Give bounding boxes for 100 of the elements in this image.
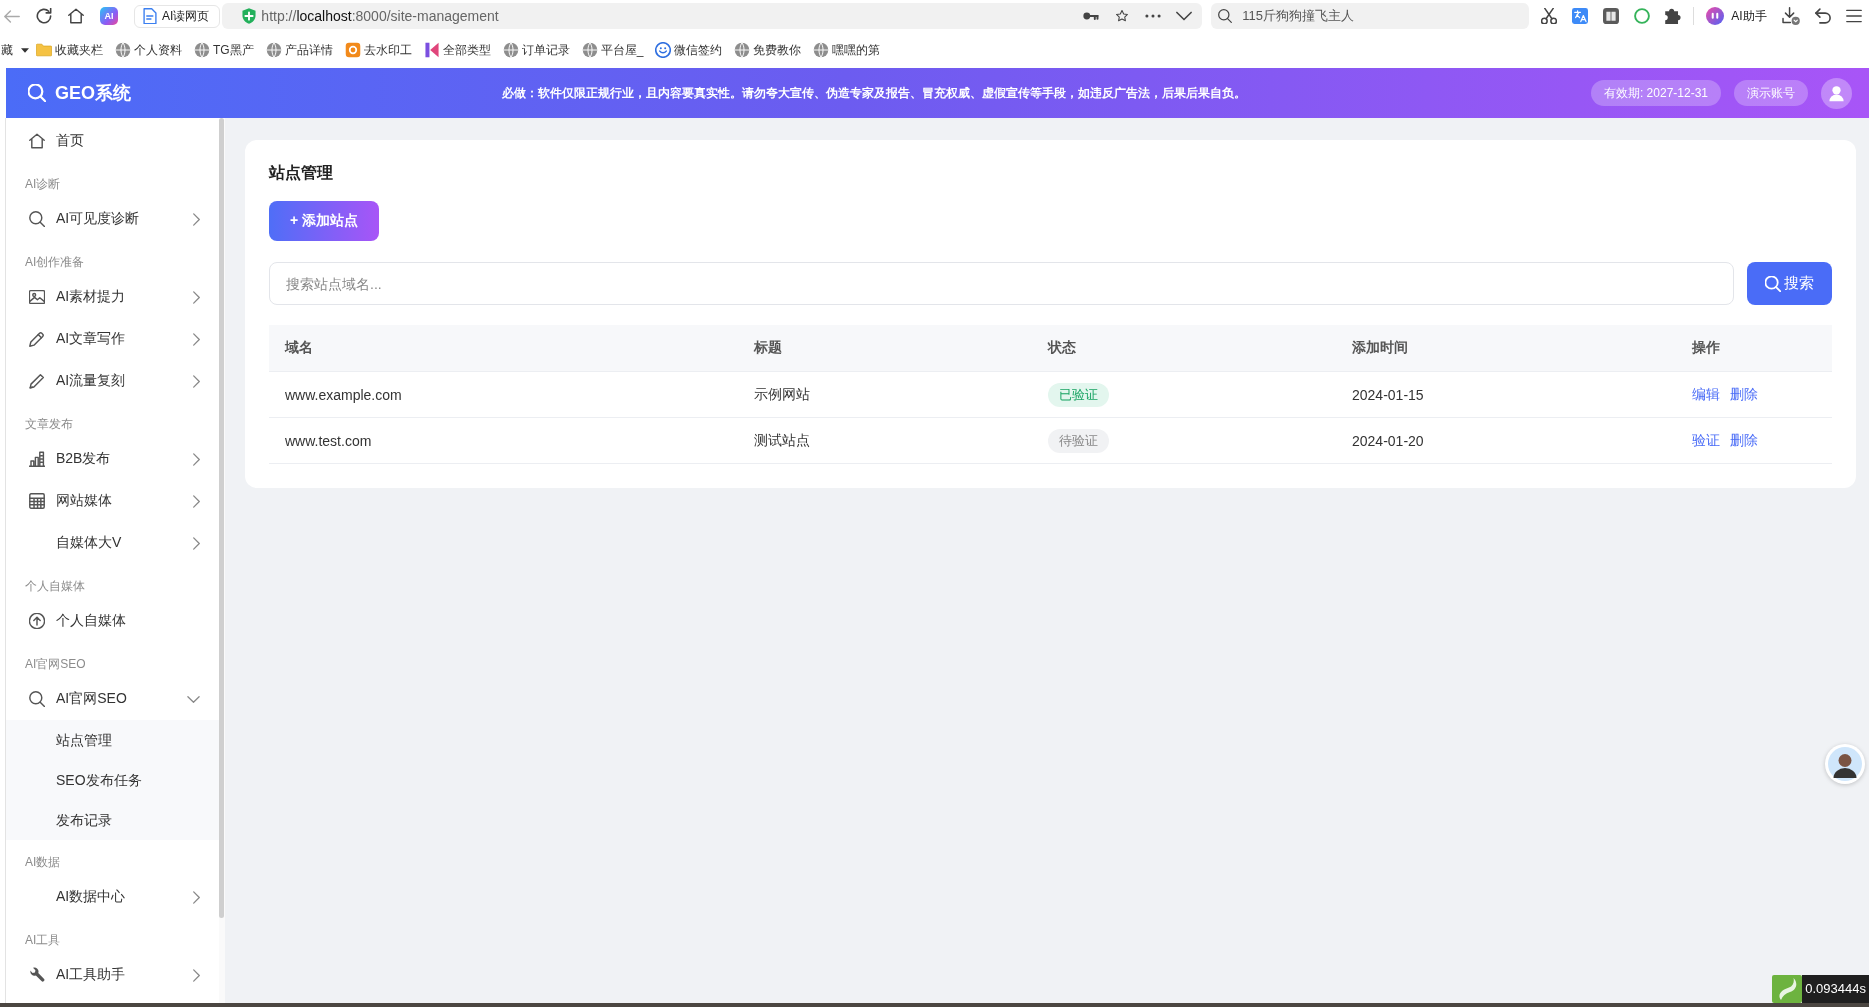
sidebar-item[interactable]: 个人自媒体 xyxy=(6,600,219,642)
bookmark-item[interactable]: 个人资料 xyxy=(115,41,182,59)
sidebar-item[interactable]: 首页 xyxy=(6,120,219,162)
caret-down-icon[interactable] xyxy=(21,47,29,53)
column-header: 操作 xyxy=(1676,325,1832,372)
avatar-icon[interactable] xyxy=(1825,744,1865,784)
sidebar-item[interactable]: AI工具助手 xyxy=(6,954,219,996)
favicon-icon xyxy=(423,42,440,58)
app-title: GEO系统 xyxy=(55,82,131,105)
shield-icon xyxy=(242,8,257,24)
ring-icon[interactable] xyxy=(1634,8,1651,24)
sidebar-item[interactable]: AI数据中心 xyxy=(6,876,219,918)
user-avatar-icon[interactable] xyxy=(1821,77,1852,109)
action-link[interactable]: 编辑 xyxy=(1692,385,1720,402)
submenu-item[interactable]: 站点管理 xyxy=(6,720,219,760)
globe-icon xyxy=(734,42,751,58)
menu-section-label: AI工具 xyxy=(24,932,62,949)
globe-icon xyxy=(813,42,830,58)
menu-section-label: AI官网SEO xyxy=(24,656,87,673)
sidebar-item[interactable]: 网站媒体 xyxy=(6,480,219,522)
sidebar-item[interactable]: AI文章写作 xyxy=(6,318,219,360)
favicon-icon xyxy=(344,42,361,58)
table-cell: 2024-01-15 xyxy=(1336,371,1676,418)
menu-section-label: 个人自媒体 xyxy=(24,578,86,595)
scrollbar-thumb[interactable] xyxy=(219,118,224,918)
home-icon[interactable] xyxy=(68,8,84,24)
browser-search-field[interactable]: 115斤狗狗撞飞主人 xyxy=(1211,3,1530,29)
bookmark-item[interactable]: 产品详情 xyxy=(265,41,333,59)
translate-icon[interactable] xyxy=(1572,8,1589,24)
bookmark-item[interactable]: 订单记录 xyxy=(502,41,570,59)
action-link[interactable]: 删除 xyxy=(1730,385,1758,402)
table-cell: 2024-01-20 xyxy=(1336,417,1676,464)
book-icon[interactable] xyxy=(1603,8,1620,24)
globe-icon xyxy=(581,42,598,58)
building-chart-icon xyxy=(29,451,45,467)
bookmark-item[interactable]: 全部类型 xyxy=(423,41,491,59)
table-cell: 示例网站 xyxy=(738,371,1032,418)
more-icon[interactable] xyxy=(1145,14,1162,18)
sidebar-item[interactable]: 自媒体大V xyxy=(6,522,219,564)
assistant-button[interactable]: AI助手 xyxy=(1706,7,1767,25)
sidebar-item[interactable]: B2B发布 xyxy=(6,438,219,480)
menu-icon[interactable] xyxy=(1845,8,1862,24)
bookmark-item[interactable]: 收藏夹栏 xyxy=(36,41,103,59)
app-logo[interactable]: AI xyxy=(100,7,118,25)
scissors-icon[interactable] xyxy=(1541,8,1558,24)
home-icon xyxy=(29,133,45,149)
browser-tab[interactable]: AI读网页 xyxy=(134,4,221,28)
table-cell: www.test.com xyxy=(269,417,738,464)
bookmark-item[interactable]: 去水印工 xyxy=(344,41,412,59)
sidebar-item[interactable]: AI可见度诊断 xyxy=(6,198,219,240)
menu-section-label: AI数据 xyxy=(24,854,62,871)
page-title: 站点管理 xyxy=(269,163,334,183)
action-link[interactable]: 删除 xyxy=(1730,431,1758,448)
sidebar-item[interactable]: AI流量复刻 xyxy=(6,360,219,402)
undo-icon[interactable] xyxy=(1814,8,1831,24)
timer-readout: 0.093444s xyxy=(1802,975,1869,1003)
bookmark-item[interactable]: 免费教你 xyxy=(734,41,802,59)
leaf-logo-icon[interactable] xyxy=(1772,975,1803,1003)
menu-section-label: AI创作准备 xyxy=(24,254,86,271)
menu-section-label: 文章发布 xyxy=(24,416,74,433)
document-icon xyxy=(143,8,157,24)
bookmark-item[interactable]: 微信签约 xyxy=(655,41,723,59)
globe-icon xyxy=(502,42,519,58)
submenu-item[interactable]: SEO发布任务 xyxy=(6,760,219,800)
notice-text: 必做：软件仅限正规行业，且内容要真实性。请勿夸大宣传、伪造专家及报告、冒充权威、虚假宣传等手段，如违反广告法，后果后果自负。 xyxy=(502,84,1247,102)
search-icon xyxy=(29,691,45,707)
expiry-badge: 有效期: 2027-12-31 xyxy=(1590,80,1721,106)
address-bar[interactable]: http://localhost:8000/site-management xyxy=(222,3,1203,29)
image-icon xyxy=(29,289,45,305)
table-cell: www.example.com xyxy=(269,371,738,418)
action-link[interactable]: 验证 xyxy=(1692,431,1720,448)
table-grid-icon xyxy=(29,493,45,509)
pencil-icon xyxy=(29,331,45,347)
key-icon[interactable] xyxy=(1083,10,1100,22)
bookmark-menu-label[interactable]: 藏 xyxy=(1,41,13,59)
star-icon[interactable] xyxy=(1114,10,1131,22)
search-icon xyxy=(1218,9,1233,23)
table-cell: 测试站点 xyxy=(738,417,1032,464)
assistant-icon xyxy=(1706,7,1725,25)
folder-icon xyxy=(36,42,52,58)
menu-section-label: AI诊断 xyxy=(24,176,62,193)
sidebar-item[interactable]: AI官网SEO xyxy=(6,678,219,720)
puzzle-icon[interactable] xyxy=(1665,8,1682,24)
pen-icon xyxy=(29,373,45,389)
search-icon xyxy=(28,84,46,102)
wrench-icon xyxy=(29,967,45,983)
bookmark-item[interactable]: 嘿嘿的第 xyxy=(813,41,881,59)
download-icon[interactable] xyxy=(1781,7,1800,25)
search-button[interactable]: 搜索 xyxy=(1747,262,1832,305)
globe-icon xyxy=(194,42,210,58)
add-site-button[interactable]: + 添加站点 xyxy=(269,201,380,241)
status-badge: 待验证 xyxy=(1048,428,1109,453)
submenu-item[interactable]: 发布记录 xyxy=(6,800,219,840)
globe-icon xyxy=(265,42,282,58)
sidebar-item[interactable]: AI素材提力 xyxy=(6,276,219,318)
bookmark-item[interactable]: 平台屋_ xyxy=(581,41,644,59)
reload-icon[interactable] xyxy=(36,8,52,24)
chevron-down-icon[interactable] xyxy=(1176,10,1193,22)
search-field[interactable]: 搜索站点域名... xyxy=(269,262,1734,305)
bookmark-item[interactable]: TG黑产 xyxy=(194,41,254,59)
